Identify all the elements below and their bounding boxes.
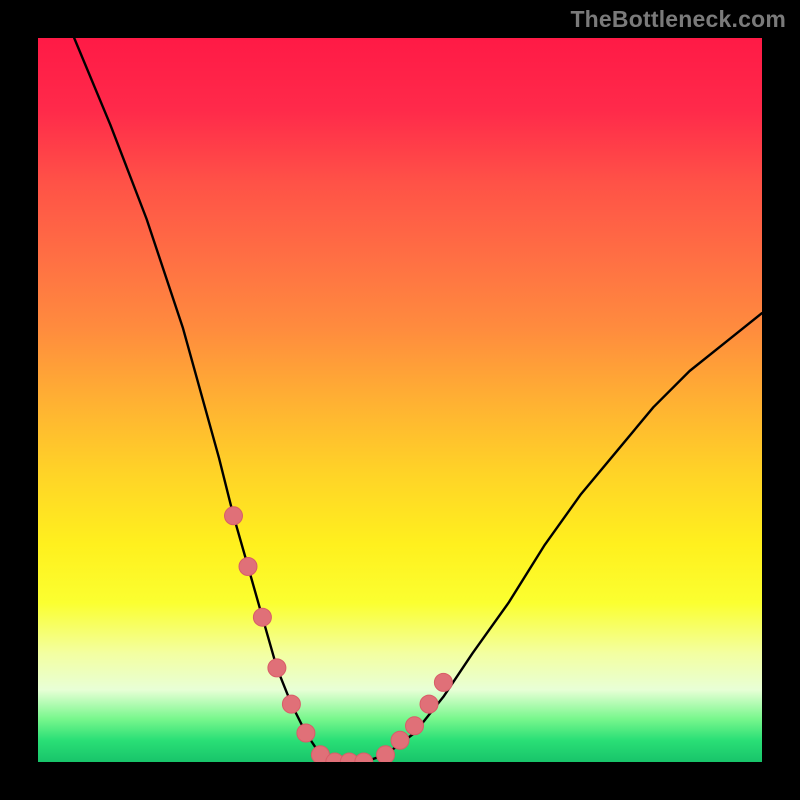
plot-area xyxy=(38,38,762,762)
bottleneck-curve xyxy=(74,38,762,762)
data-markers xyxy=(225,507,453,762)
chart-svg xyxy=(38,38,762,762)
marker-point xyxy=(282,695,300,713)
marker-point xyxy=(225,507,243,525)
marker-point xyxy=(297,724,315,742)
chart-stage: TheBottleneck.com xyxy=(0,0,800,800)
marker-point xyxy=(268,659,286,677)
marker-point xyxy=(239,558,257,576)
marker-point xyxy=(391,731,409,749)
marker-point xyxy=(420,695,438,713)
marker-point xyxy=(377,746,395,762)
watermark-text: TheBottleneck.com xyxy=(570,6,786,33)
marker-point xyxy=(406,717,424,735)
marker-point xyxy=(253,608,271,626)
marker-point xyxy=(355,753,373,762)
marker-point xyxy=(434,673,452,691)
